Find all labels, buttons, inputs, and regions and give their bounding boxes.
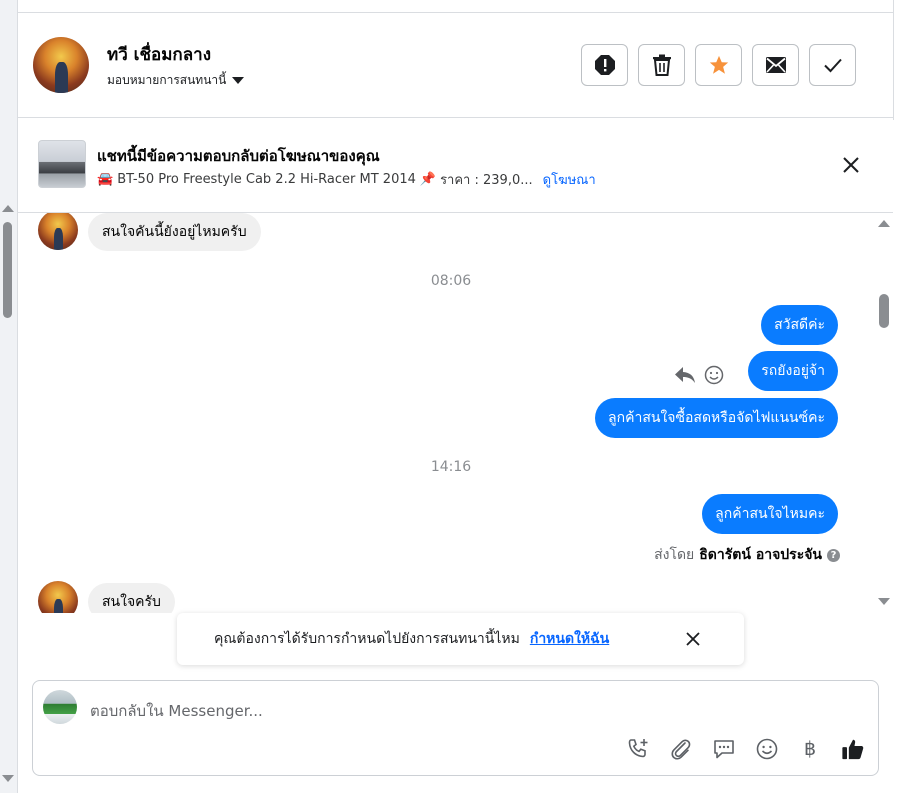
left-scroll-thumb[interactable]: [3, 222, 12, 318]
header-actions: [581, 44, 856, 86]
paperclip-icon: [671, 739, 691, 760]
reply-composer[interactable]: ตอบกลับใน Messenger... ฿: [32, 680, 879, 776]
move-to-inbox-button[interactable]: [752, 44, 799, 86]
reply-input[interactable]: ตอบกลับใน Messenger...: [90, 699, 263, 723]
assign-prompt-text: คุณต้องการได้รับการกำหนดไปยังการสนทนานี้…: [214, 631, 520, 647]
contact-avatar-small: [38, 581, 78, 613]
emoji-button[interactable]: [755, 737, 779, 761]
ad-banner-title: แชทนี้มีข้อความตอบกลับต่อโฆษณาของคุณ: [97, 147, 380, 165]
contact-avatar[interactable]: [33, 37, 89, 93]
left-scroll-up-arrow[interactable]: [2, 205, 14, 212]
delete-button[interactable]: [638, 44, 685, 86]
trash-icon: [652, 54, 671, 76]
outgoing-message[interactable]: สวัสดีค่ะ: [761, 305, 838, 345]
like-button[interactable]: [841, 737, 865, 761]
contact-name[interactable]: ทวี เชื่อมกลาง: [107, 41, 211, 68]
sent-by-name: ธิดารัตน์ อาจประจัน: [699, 547, 822, 563]
check-icon: [823, 58, 842, 73]
conversation-header: ทวี เชื่อมกลาง มอบหมายการสนทนานี้: [18, 13, 893, 118]
baht-icon: ฿: [803, 738, 817, 760]
sent-by-line: ส่งโดย ธิดารัตน์ อาจประจัน ?: [654, 544, 840, 566]
caret-down-icon: [232, 77, 245, 84]
assign-conversation-dropdown[interactable]: มอบหมายการสนทนานี้: [107, 71, 245, 90]
message-icon: [714, 740, 734, 759]
attach-button[interactable]: [669, 737, 693, 761]
contact-avatar-small: [38, 213, 78, 250]
right-divider: [893, 0, 894, 120]
message-thread[interactable]: สนใจคันนี้ยังอยู่ไหมครับ 08:06 สวัสดีค่ะ…: [18, 213, 875, 613]
mail-icon: [765, 57, 786, 73]
star-button[interactable]: [695, 44, 742, 86]
help-icon[interactable]: ?: [827, 548, 840, 562]
car-icon: 🚘: [97, 172, 114, 187]
pin-icon: 📌: [419, 172, 437, 187]
message-hover-tools: [674, 365, 724, 385]
ad-price: ราคา : 239,0...: [440, 173, 533, 188]
mark-done-button[interactable]: [809, 44, 856, 86]
outgoing-message[interactable]: ลูกค้าสนใจไหมคะ: [702, 494, 838, 534]
outgoing-message[interactable]: ลูกค้าสนใจซื้อสดหรือจัดไฟแนนซ์คะ: [595, 398, 838, 438]
call-button[interactable]: [626, 737, 650, 761]
ad-listing-name: BT-50 Pro Freestyle Cab 2.2 Hi-Racer MT …: [117, 172, 416, 187]
left-scroll-down-arrow[interactable]: [2, 775, 14, 782]
thread-scroll-thumb[interactable]: [879, 294, 889, 328]
star-icon: [709, 55, 728, 74]
composer-tools: ฿: [626, 737, 865, 761]
close-icon[interactable]: [683, 629, 703, 649]
assign-prompt-toast: คุณต้องการได้รับการกำหนดไปยังการสนทนานี้…: [177, 613, 744, 665]
ad-listing-line: 🚘 BT-50 Pro Freestyle Cab 2.2 Hi-Racer M…: [97, 169, 596, 190]
view-ad-link[interactable]: ดูโฆษณา: [543, 169, 596, 190]
timestamp: 08:06: [430, 273, 472, 289]
thread-scroll-down-arrow[interactable]: [878, 598, 890, 605]
payment-button[interactable]: ฿: [798, 737, 822, 761]
phone-plus-icon: [628, 739, 648, 758]
alert-icon: [594, 55, 615, 75]
ad-thumbnail[interactable]: [38, 140, 86, 188]
sent-by-prefix: ส่งโดย: [654, 547, 695, 563]
thread-scrollbar[interactable]: [875, 213, 893, 613]
assign-to-me-link[interactable]: กำหนดให้ฉัน: [530, 628, 609, 650]
outgoing-message[interactable]: รถยังอยู่จ้า: [748, 351, 838, 391]
assign-label: มอบหมายการสนทนานี้: [107, 73, 227, 87]
close-icon[interactable]: [840, 154, 862, 176]
emoji-icon: [756, 738, 778, 760]
thumbs-up-icon: [842, 739, 864, 760]
timestamp: 14:16: [430, 459, 472, 475]
mark-spam-button[interactable]: [581, 44, 628, 86]
saved-replies-button[interactable]: [712, 737, 736, 761]
thread-scroll-up-arrow[interactable]: [878, 220, 890, 227]
ad-reply-banner: แชทนี้มีข้อความตอบกลับต่อโฆษณาของคุณ 🚘 B…: [18, 118, 893, 213]
reply-icon[interactable]: [674, 365, 696, 385]
left-scrollbar[interactable]: [0, 0, 18, 793]
conversation-panel: ทวี เชื่อมกลาง มอบหมายการสนทนานี้ แชทนี้…: [0, 0, 900, 793]
react-emoji-icon[interactable]: [704, 365, 724, 385]
incoming-message[interactable]: สนใจคันนี้ยังอยู่ไหมครับ: [88, 213, 261, 251]
incoming-message[interactable]: สนใจครับ: [88, 583, 175, 613]
page-avatar: [43, 690, 77, 724]
